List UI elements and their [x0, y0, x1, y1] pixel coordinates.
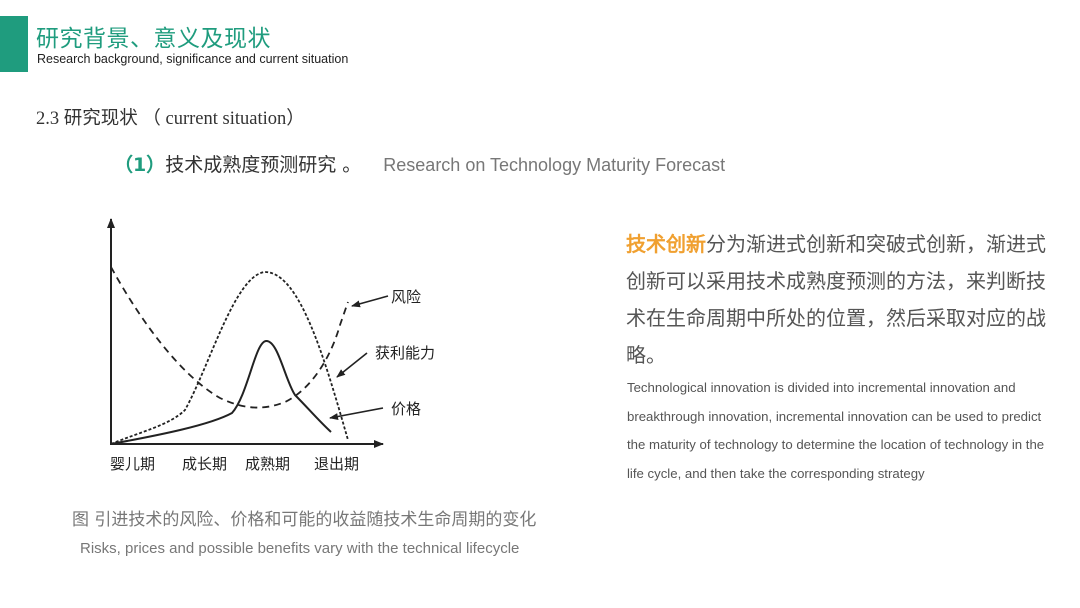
- profit-curve: [110, 271, 349, 445]
- subsection-title-cn: 技术成熟度预测研究 。: [165, 154, 362, 176]
- profit-label: 获利能力: [375, 344, 435, 362]
- figure-caption-cn: 图 引进技术的风险、价格和可能的收益随技术生命周期的变化: [72, 510, 537, 530]
- description-en: Technological innovation is divided into…: [627, 380, 1045, 481]
- subsection-title-en: Research on Technology Maturity Forecast: [383, 155, 726, 175]
- price-label-arrow: [329, 407, 384, 420]
- risk-curve: [110, 266, 349, 409]
- risk-label: 风险: [391, 288, 421, 306]
- subsection-number: （1）: [114, 154, 166, 176]
- x-tick-label: 成长期: [182, 455, 227, 473]
- profit-label-arrow: [336, 352, 368, 378]
- x-tick-label: 成熟期: [245, 455, 290, 473]
- description-cn: 技术创新分为渐进式创新和突破式创新，渐进式创新可以采用技术成熟度预测的方法，来判…: [626, 226, 1046, 374]
- header-accent-bar: [0, 16, 28, 72]
- subsection-heading: （1） 技术成熟度预测研究 。 Research on Technology M…: [114, 150, 725, 177]
- section-heading: 2.3 研究现状 （ current situation）: [36, 109, 305, 129]
- risk-label-arrow: [351, 295, 389, 308]
- x-tick-label: 婴儿期: [110, 455, 155, 473]
- page-title: 研究背景、意义及现状: [36, 26, 271, 52]
- price-label: 价格: [391, 400, 421, 418]
- page-subtitle: Research background, significance and cu…: [37, 52, 349, 66]
- x-tick-label: 退出期: [314, 455, 359, 473]
- figure-caption-en: Risks, prices and possible benefits vary…: [80, 540, 520, 557]
- description-highlight: 技术创新: [626, 232, 706, 256]
- price-curve: [110, 340, 332, 445]
